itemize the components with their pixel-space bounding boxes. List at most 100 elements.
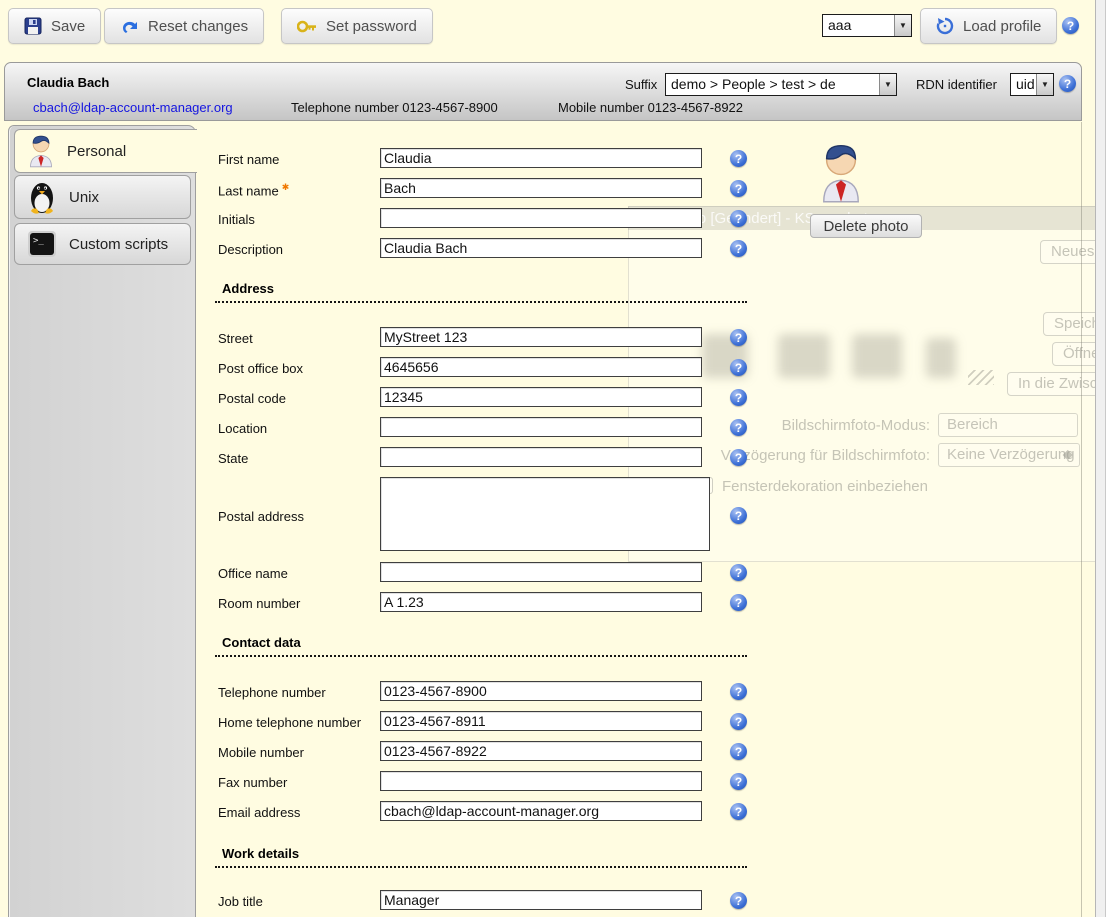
rdn-identifier-label: RDN identifier xyxy=(916,77,997,92)
chevron-down-icon xyxy=(879,74,896,95)
rdn-select-value: uid xyxy=(1011,74,1036,95)
reset-changes-label: Reset changes xyxy=(148,18,248,35)
chevron-down-icon xyxy=(1036,74,1053,95)
delete-photo-button[interactable]: Delete photo xyxy=(810,214,922,238)
undo-arrow-icon xyxy=(120,18,139,34)
help-icon[interactable] xyxy=(730,329,747,346)
postal-code-input[interactable] xyxy=(380,387,702,407)
set-password-button[interactable]: Set password xyxy=(281,8,433,44)
street-input[interactable] xyxy=(380,327,702,347)
form-row: Postal address xyxy=(218,477,758,553)
ghost-clipboard-button: In die Zwischen xyxy=(1007,372,1106,396)
form-row: Office name xyxy=(218,562,758,584)
form-row: Postal code xyxy=(218,387,758,409)
load-refresh-icon xyxy=(936,17,954,35)
tab-custom-scripts[interactable]: >_ Custom scripts xyxy=(14,223,191,265)
account-telephone: Telephone number 0123-4567-8900 xyxy=(291,100,498,115)
last-name-input[interactable] xyxy=(380,178,702,198)
field-label: Initials xyxy=(218,212,255,227)
field-label: Email address xyxy=(218,805,300,820)
account-mobile: Mobile number 0123-4567-8922 xyxy=(558,100,743,115)
account-title: Claudia Bach xyxy=(27,75,109,90)
tab-personal[interactable]: Personal xyxy=(14,129,197,173)
help-icon[interactable] xyxy=(730,743,747,760)
help-icon[interactable] xyxy=(730,892,747,909)
initials-input[interactable] xyxy=(380,208,702,228)
help-icon[interactable] xyxy=(730,683,747,700)
form-row: Telephone number xyxy=(218,681,758,703)
ghost-resize-grip xyxy=(968,370,994,385)
help-icon[interactable] xyxy=(730,240,747,257)
field-label: Home telephone number xyxy=(218,715,361,730)
form-row: State xyxy=(218,447,758,469)
form-row: Email address xyxy=(218,801,758,823)
section-heading-work: Work details xyxy=(215,846,747,868)
help-icon[interactable] xyxy=(730,507,747,524)
office-name-input[interactable] xyxy=(380,562,702,582)
reset-changes-button[interactable]: Reset changes xyxy=(104,8,264,44)
help-icon[interactable] xyxy=(730,389,747,406)
help-icon[interactable] xyxy=(730,594,747,611)
svg-text:>_: >_ xyxy=(33,236,44,246)
telephone-number-input[interactable] xyxy=(380,681,702,701)
postal-address-textarea[interactable] xyxy=(380,477,710,551)
post-office-box-input[interactable] xyxy=(380,357,702,377)
home-telephone-number-input[interactable] xyxy=(380,711,702,731)
person-icon xyxy=(27,133,55,169)
job-title-input[interactable] xyxy=(380,890,702,910)
ghost-preview-blob xyxy=(852,334,902,378)
first-name-input[interactable] xyxy=(380,148,702,168)
person-photo-icon xyxy=(818,141,864,205)
account-header-bar: Claudia Bach cbach@ldap-account-manager.… xyxy=(4,62,1082,121)
form-row: Description xyxy=(218,238,758,260)
field-label: Telephone number xyxy=(218,685,326,700)
location-input[interactable] xyxy=(380,417,702,437)
help-icon[interactable] xyxy=(730,359,747,376)
fax-number-input[interactable] xyxy=(380,771,702,791)
help-icon[interactable] xyxy=(1062,17,1079,34)
load-profile-label: Load profile xyxy=(963,18,1041,35)
description-input[interactable] xyxy=(380,238,702,258)
terminal-icon: >_ xyxy=(27,230,57,258)
save-button[interactable]: Save xyxy=(8,8,101,44)
state-input[interactable] xyxy=(380,447,702,467)
help-icon[interactable] xyxy=(730,803,747,820)
tab-unix[interactable]: Unix xyxy=(14,175,191,219)
field-label: Mobile number xyxy=(218,745,304,760)
key-icon xyxy=(297,20,317,33)
profile-select-value: aaa xyxy=(823,15,894,36)
email-address-input[interactable] xyxy=(380,801,702,821)
field-label: State xyxy=(218,451,248,466)
suffix-select[interactable]: demo > People > test > de xyxy=(665,73,897,96)
mobile-number-input[interactable] xyxy=(380,741,702,761)
tab-unix-label: Unix xyxy=(69,189,99,206)
field-label: Description xyxy=(218,242,283,257)
scrollbar[interactable] xyxy=(1095,0,1106,917)
ghost-preview-blob xyxy=(926,338,956,378)
form-row: Fax number xyxy=(218,771,758,793)
field-label: Postal address xyxy=(218,509,304,524)
account-email-link[interactable]: cbach@ldap-account-manager.org xyxy=(33,100,233,115)
lam-user-edit-page: device1.p [Geändert] - KSnapshot Neues B… xyxy=(0,0,1106,917)
load-profile-button[interactable]: Load profile xyxy=(920,8,1057,44)
section-heading-address: Address xyxy=(215,281,747,303)
profile-select[interactable]: aaa xyxy=(822,14,912,37)
field-label: Postal code xyxy=(218,391,286,406)
help-icon[interactable] xyxy=(730,180,747,197)
help-icon[interactable] xyxy=(730,419,747,436)
form-row: Last name xyxy=(218,178,758,200)
room-number-input[interactable] xyxy=(380,592,702,612)
help-icon[interactable] xyxy=(730,773,747,790)
help-icon[interactable] xyxy=(730,564,747,581)
rdn-select[interactable]: uid xyxy=(1010,73,1054,96)
help-icon[interactable] xyxy=(730,713,747,730)
help-icon[interactable] xyxy=(730,150,747,167)
form-row: Mobile number xyxy=(218,741,758,763)
form-row: Home telephone number xyxy=(218,711,758,733)
help-icon[interactable] xyxy=(730,210,747,227)
form-row: Post office box xyxy=(218,357,758,379)
form-row: Room number xyxy=(218,592,758,614)
help-icon[interactable] xyxy=(1059,75,1076,92)
help-icon[interactable] xyxy=(730,449,747,466)
suffix-label: Suffix xyxy=(625,77,657,92)
